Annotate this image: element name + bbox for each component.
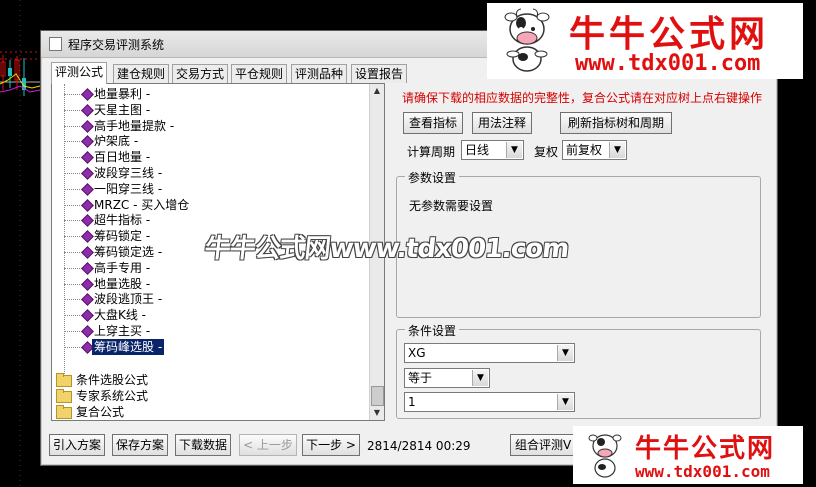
tab-close-rule[interactable]: 平仓规则 [231,64,288,83]
formula-icon [81,246,94,259]
logo-brand-text: 牛牛公式网 [635,434,776,464]
chevron-down-icon: ▼ [506,142,522,158]
formula-icon [81,167,94,180]
formula-icon [81,119,94,133]
formula-label: 大盘K线 - [94,308,147,323]
progress-status: 2814/2814 00:29 [367,439,471,453]
formula-icon [81,261,94,275]
formula-label: 炉架底 - [94,134,139,149]
next-step-button[interactable]: 下一步 > [302,434,360,456]
formula-icon [81,309,94,323]
formula-icon [81,135,94,149]
chevron-down-icon: ▼ [472,370,488,386]
logo-brand-text: 牛牛公式网 [569,14,770,55]
adjust-label: 复权 [534,145,559,159]
param-group-title: 参数设置 [405,169,460,186]
refresh-tree-button[interactable]: 刷新指标树和周期 [560,112,672,134]
app-icon [49,37,62,51]
folder-icon [56,389,72,403]
chevron-down-icon: ▼ [557,345,573,361]
formula-label: 筹码锁定 - [94,229,151,244]
tab-report[interactable]: 设置报告 [351,64,408,83]
site-watermark: 牛牛公式网www.tdx001.com [203,234,570,264]
tab-formula[interactable]: 评测公式 [51,62,108,84]
condition-group-title: 条件设置 [405,322,460,339]
condition-operator-select[interactable]: 等于 ▼ [404,368,490,388]
chevron-down-icon: ▼ [609,142,625,158]
formula-label: 地量暴利 - [94,87,151,101]
formula-label: 百日地量 - [94,150,151,165]
import-plan-button[interactable]: 引入方案 [49,434,105,456]
scroll-down-arrow-icon[interactable]: ▼ [370,406,384,420]
folder-icon [56,373,72,387]
formula-icon [81,103,94,117]
formula-icon [81,293,94,307]
formula-label: 天星主图 - [94,102,151,117]
chevron-down-icon: ▼ [557,394,573,410]
logo-url-text: www.tdx001.com [575,51,761,76]
adjust-select[interactable]: 前复权 ▼ [562,140,627,160]
period-label: 计算周期 [407,145,456,159]
usage-notes-button[interactable]: 用法注释 [472,112,532,134]
formula-icon [81,198,94,212]
tab-instrument[interactable]: 评测品种 [291,64,348,83]
formula-label: 高手地量提款 - [94,118,175,133]
cow-mascot-icon [588,434,622,478]
formula-label: MRZC - 买入增仓 [94,197,190,212]
formula-label: 高手专用 - [94,260,151,275]
tab-trade-mode[interactable]: 交易方式 [172,64,229,83]
formula-label: 波段逃顶王 - [94,292,163,307]
cow-mascot-icon [504,8,550,72]
save-plan-button[interactable]: 保存方案 [112,434,168,456]
formula-icon [81,277,94,291]
formula-icon [81,151,94,165]
data-integrity-notice: 请确保下载的相应数据的完整性，复合公式请在对应树上点右键操作 [402,91,763,105]
folder-icon [56,405,72,419]
previous-step-button[interactable]: < 上一步 [239,434,297,456]
scroll-up-arrow-icon[interactable]: ▲ [370,84,384,98]
site-logo-top: 牛牛公式网 www.tdx001.com [487,3,803,79]
formula-icon [81,214,94,228]
formula-label: 地量选股 - [94,276,151,291]
logo-url-text: www.tdx001.com [635,462,770,481]
download-data-button[interactable]: 下载数据 [175,434,231,456]
view-indicator-button[interactable]: 查看指标 [403,112,463,134]
formula-label: 筹码峰选股 - [92,338,165,355]
formula-icon [81,230,94,244]
site-logo-bottom: 牛牛公式网 www.tdx001.com [573,426,803,484]
formula-label: 波段穿三线 - [94,166,163,180]
formula-label: 上穿主买 - [94,324,151,338]
formula-label: 一阳穿三线 - [94,181,163,196]
formula-label: 超牛指标 - [94,213,151,228]
window-title: 程序交易评测系统 [68,38,165,52]
scroll-thumb[interactable] [371,386,384,406]
period-select[interactable]: 日线 ▼ [461,140,524,160]
combo-evaluate-button[interactable]: 组合评测V [510,434,580,456]
condition-variable-select[interactable]: XG ▼ [404,343,575,363]
formula-label: 筹码锁定选 - [94,245,163,259]
param-text: 无参数需要设置 [409,199,494,213]
tab-build-rule[interactable]: 建仓规则 [113,64,170,83]
formula-icon [81,182,94,196]
condition-value-select[interactable]: 1 ▼ [404,392,575,412]
formula-icon [81,88,94,101]
formula-icon [81,325,94,338]
